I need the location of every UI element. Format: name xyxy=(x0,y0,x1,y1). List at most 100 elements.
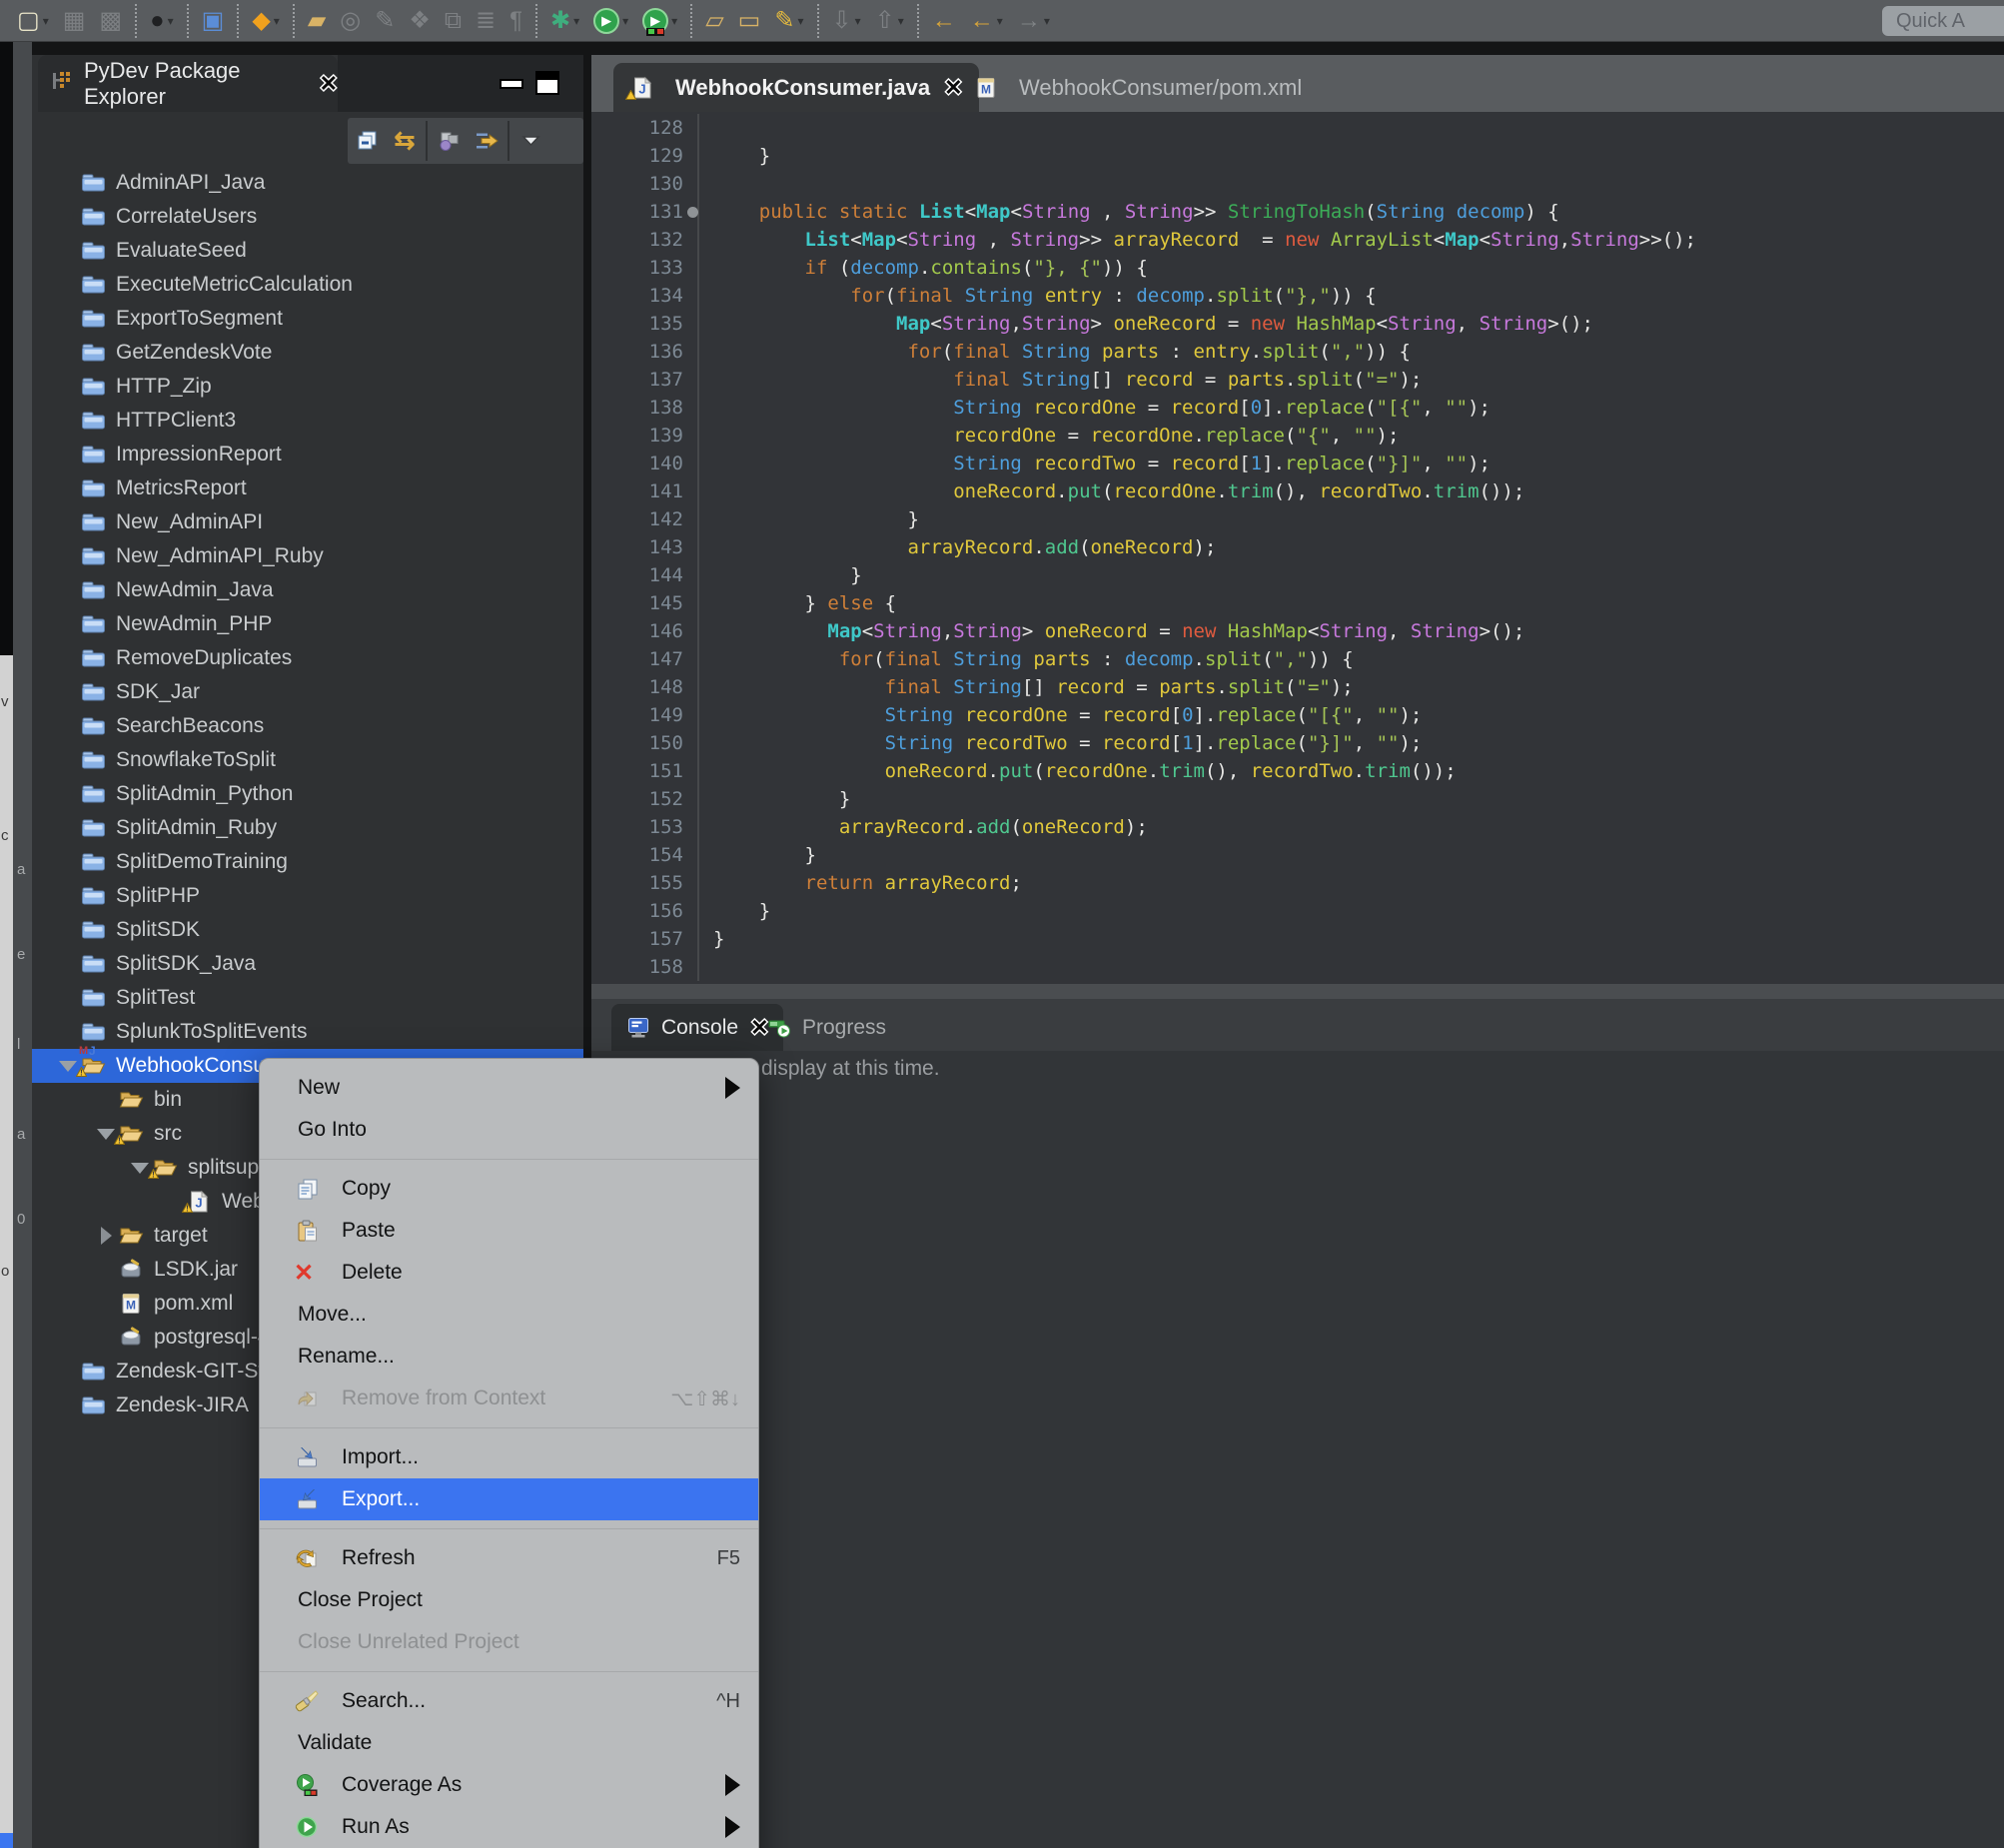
back-previous-button[interactable]: ←▾ xyxy=(963,4,1010,38)
tree-item-splitdemotraining[interactable]: SplitDemoTraining xyxy=(32,845,583,879)
import-to-file-button[interactable]: ⇩▾ xyxy=(817,4,868,38)
folder-blue-icon xyxy=(80,612,108,636)
code-line: 155 return arrayRecord; xyxy=(591,869,2004,897)
compare-button[interactable]: ⧉ xyxy=(438,4,469,38)
close-tab-icon[interactable]: ✕ xyxy=(944,75,962,101)
minimize-button[interactable] xyxy=(500,73,525,95)
focus-on-active-task-icon[interactable] xyxy=(468,121,505,161)
tree-item-label: New_AdminAPI xyxy=(116,510,263,534)
menu-item-run-as[interactable]: Run As xyxy=(260,1806,758,1848)
menu-item-delete[interactable]: ✕Delete xyxy=(260,1252,758,1294)
explorer-title: PyDev Package Explorer xyxy=(84,58,310,110)
progress-tab-label: Progress xyxy=(802,1016,886,1040)
editor-tab-label: WebhookConsumer/pom.xml xyxy=(1019,75,1302,101)
menu-item-search[interactable]: Search...^H xyxy=(260,1680,758,1722)
tcp-monitor-button[interactable]: ◎ xyxy=(333,4,368,38)
split-io-button[interactable]: ◆▾ xyxy=(237,4,287,38)
tab-pydev-package-explorer[interactable]: PyDev Package Explorer ✕ xyxy=(38,55,338,112)
menu-item-close-project[interactable]: Close Project xyxy=(260,1579,758,1621)
tree-item-splitadmin-python[interactable]: SplitAdmin_Python xyxy=(32,777,583,811)
menu-item-move[interactable]: Move... xyxy=(260,1294,758,1336)
new-wizard-button[interactable]: ▢▾ xyxy=(10,4,56,38)
tree-item-exporttosegment[interactable]: ExportToSegment xyxy=(32,302,583,336)
marker-pen-button[interactable]: ✎▾ xyxy=(767,4,810,38)
clipboard-folder-button[interactable]: ▭ xyxy=(731,4,768,38)
menu-item-copy[interactable]: Copy xyxy=(260,1168,758,1210)
progress-tab[interactable]: Progress xyxy=(766,1004,898,1051)
tree-item-sdk-jar[interactable]: SDK_Jar xyxy=(32,675,583,709)
packages-icon[interactable] xyxy=(430,121,468,161)
tree-item-snowflaketosplit[interactable]: SnowflakeToSplit xyxy=(32,743,583,777)
tree-item-searchbeacons[interactable]: SearchBeacons xyxy=(32,709,583,743)
line-number: 139 xyxy=(591,422,699,450)
menu-item-export[interactable]: Export... xyxy=(260,1478,758,1520)
back-button[interactable]: ← xyxy=(917,4,963,38)
tree-item-splitsdk[interactable]: SplitSDK xyxy=(32,913,583,947)
menu-item-paste[interactable]: Paste xyxy=(260,1210,758,1252)
open-items-icon: ▱ xyxy=(705,6,723,36)
tree-item-newadmin-java[interactable]: NewAdmin_Java xyxy=(32,573,583,607)
tree-item-new-adminapi[interactable]: New_AdminAPI xyxy=(32,505,583,539)
run-button[interactable]: ▶▾ xyxy=(586,4,635,38)
code-editor[interactable]: 128129 }130131 public static List<Map<St… xyxy=(591,112,2004,984)
tree-item-splitsdk-java[interactable]: SplitSDK_Java xyxy=(32,947,583,981)
tree-item-splitphp[interactable]: SplitPHP xyxy=(32,879,583,913)
tree-item-httpclient3[interactable]: HTTPClient3 xyxy=(32,404,583,438)
debug-button[interactable]: ✱▾ xyxy=(535,4,586,38)
maximize-button[interactable] xyxy=(535,73,561,95)
collapse-all-icon[interactable] xyxy=(348,121,386,161)
save-all-button[interactable]: ▩ xyxy=(92,4,129,38)
editor-tab-webhookconsumer-java[interactable]: JWebhookConsumer.java✕ xyxy=(613,63,979,112)
save-button[interactable]: ▦ xyxy=(56,4,93,38)
menu-item-coverage-as[interactable]: Coverage As xyxy=(260,1764,758,1806)
tree-item-label: HTTP_Zip xyxy=(116,375,212,399)
folder-blue-icon xyxy=(80,816,108,840)
close-view-icon[interactable]: ✕ xyxy=(320,71,338,97)
editor-tab-label: WebhookConsumer.java xyxy=(675,75,930,101)
tree-item-splitadmin-ruby[interactable]: SplitAdmin_Ruby xyxy=(32,811,583,845)
tree-item-correlateusers[interactable]: CorrelateUsers xyxy=(32,200,583,234)
quick-access-box[interactable]: Quick A xyxy=(1882,6,2004,36)
code-line: 132 List<Map<String , String>> arrayReco… xyxy=(591,226,2004,254)
outline-button[interactable]: ≣ xyxy=(469,4,502,38)
tree-item-executemetriccalculation[interactable]: ExecuteMetricCalculation xyxy=(32,268,583,302)
coverage-button[interactable]: ▶▾ xyxy=(635,4,684,38)
collapsed-arrow-icon[interactable] xyxy=(94,1227,118,1245)
open-resource-button[interactable]: ▰ xyxy=(293,4,333,38)
sketch-button[interactable]: ✎ xyxy=(368,4,402,38)
line-number: 143 xyxy=(591,533,699,561)
menu-item-import[interactable]: Import... xyxy=(260,1436,758,1478)
show-whitespace-button[interactable]: ¶ xyxy=(502,4,529,38)
view-menu-icon[interactable] xyxy=(511,121,549,161)
console-view-button[interactable]: ▣ xyxy=(187,4,232,38)
tree-item-splittest[interactable]: SplitTest xyxy=(32,981,583,1015)
tree-item-metricsreport[interactable]: MetricsReport xyxy=(32,471,583,505)
menu-item-refresh[interactable]: RefreshF5 xyxy=(260,1537,758,1579)
menu-item-validate[interactable]: Validate xyxy=(260,1722,758,1764)
tree-item-getzendeskvote[interactable]: GetZendeskVote xyxy=(32,336,583,370)
tree-item-adminapi-java[interactable]: AdminAPI_Java xyxy=(32,166,583,200)
tree-item-new-adminapi-ruby[interactable]: New_AdminAPI_Ruby xyxy=(32,539,583,573)
menu-item-rename[interactable]: Rename... xyxy=(260,1336,758,1378)
tree-item-evaluateseed[interactable]: EvaluateSeed xyxy=(32,234,583,268)
editor-tab-pom-xml[interactable]: MWebhookConsumer/pom.xml xyxy=(973,63,1302,112)
export-from-file-button[interactable]: ⇧▾ xyxy=(868,4,911,38)
tree-item-newadmin-php[interactable]: NewAdmin_PHP xyxy=(32,607,583,641)
menu-item-label: Import... xyxy=(342,1445,419,1469)
code-line: 154 } xyxy=(591,841,2004,869)
svg-text:!: ! xyxy=(186,1205,189,1213)
tree-item-http-zip[interactable]: HTTP_Zip xyxy=(32,370,583,404)
line-number: 149 xyxy=(591,701,699,729)
user-account-button[interactable]: ●▾ xyxy=(135,4,181,38)
menu-item-new[interactable]: New xyxy=(260,1067,758,1109)
tree-item-splunktosplitevents[interactable]: SplunkToSplitEvents xyxy=(32,1015,583,1049)
console-tab[interactable]: Console✕ xyxy=(611,1004,783,1051)
menu-item-go-into[interactable]: Go Into xyxy=(260,1109,758,1151)
forward-button[interactable]: →▾ xyxy=(1010,4,1057,38)
tree-item-impressionreport[interactable]: ImpressionReport xyxy=(32,438,583,471)
open-items-button[interactable]: ▱ xyxy=(690,4,730,38)
tree-item-removeduplicates[interactable]: RemoveDuplicates xyxy=(32,641,583,675)
link-with-editor-icon[interactable]: ⇆ xyxy=(386,121,424,161)
folder-blue-icon xyxy=(80,748,108,772)
plugins-button[interactable]: ❖ xyxy=(402,4,438,38)
